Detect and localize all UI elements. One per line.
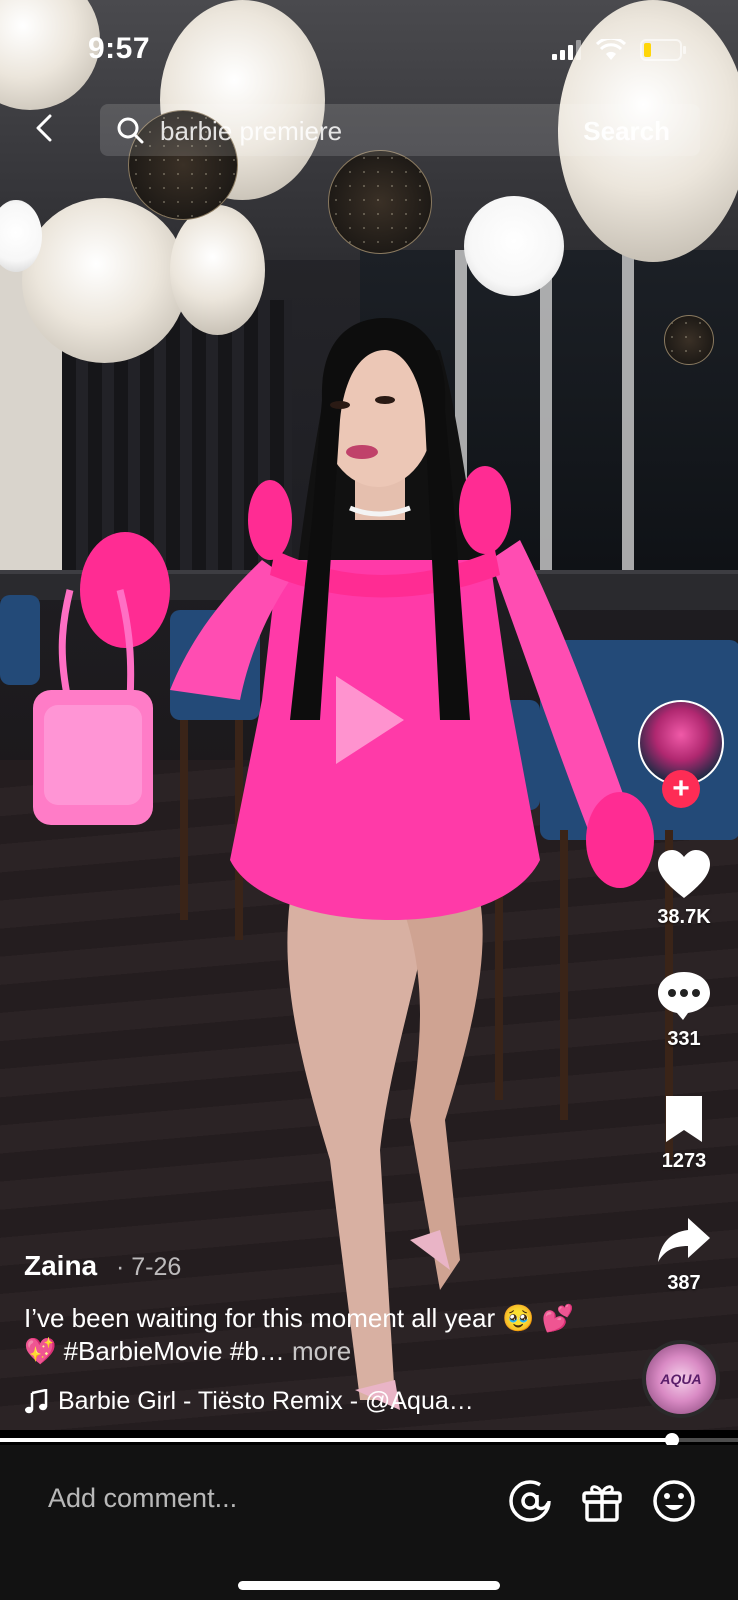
emoji-icon[interactable]: [652, 1479, 696, 1523]
heart-icon: [658, 850, 710, 898]
play-icon[interactable]: [330, 670, 410, 770]
search-icon: [117, 117, 144, 144]
music-info[interactable]: Barbie Girl - Tiësto Remix - @Aqua…: [24, 1387, 474, 1416]
author-name[interactable]: Zaina: [24, 1250, 97, 1282]
share-arrow-icon: [658, 1218, 710, 1262]
music-disc[interactable]: AQUA: [642, 1340, 720, 1418]
back-arrow-icon[interactable]: [28, 110, 64, 146]
video-caption[interactable]: I’ve been waiting for this moment all ye…: [24, 1302, 584, 1368]
music-note-icon: [25, 1388, 48, 1413]
save-button[interactable]: 1273: [640, 1094, 728, 1173]
like-count: 38.7K: [657, 906, 711, 928]
plus-icon: +: [672, 772, 690, 805]
search-button[interactable]: Search: [583, 116, 670, 147]
gift-icon[interactable]: [580, 1479, 624, 1523]
battery-icon: [640, 39, 686, 61]
like-button[interactable]: 38.7K: [640, 848, 728, 929]
follow-button[interactable]: +: [662, 770, 700, 808]
comment-bubble-icon: [658, 972, 710, 1020]
signal-icon: [552, 40, 581, 60]
search-query[interactable]: barbie premiere: [160, 116, 342, 147]
status-icons: [552, 38, 688, 62]
mention-icon[interactable]: [508, 1479, 552, 1523]
video-progress-bar[interactable]: [0, 1433, 738, 1447]
music-title: Barbie Girl - Tiësto Remix - @Aqua…: [58, 1387, 474, 1415]
bookmark-icon: [666, 1096, 702, 1142]
disc-label: AQUA: [660, 1371, 702, 1387]
post-date: · 7-26: [116, 1253, 182, 1281]
comment-bar: Add comment...: [0, 1445, 738, 1600]
save-count: 1273: [661, 1150, 707, 1172]
home-indicator[interactable]: [238, 1581, 500, 1590]
search-bar[interactable]: barbie premiere Search: [100, 104, 700, 156]
comment-count: 331: [667, 1028, 701, 1050]
search-header: barbie premiere Search: [0, 100, 738, 160]
add-comment-input[interactable]: Add comment...: [48, 1483, 237, 1514]
status-bar: 9:57: [0, 30, 738, 70]
share-button[interactable]: 387: [640, 1216, 728, 1295]
more-link[interactable]: more: [292, 1336, 351, 1366]
wifi-icon: [596, 39, 626, 60]
progress-fill: [0, 1438, 672, 1442]
clock: 9:57: [88, 32, 151, 65]
share-count: 387: [667, 1272, 701, 1294]
comments-button[interactable]: 331: [640, 970, 728, 1051]
